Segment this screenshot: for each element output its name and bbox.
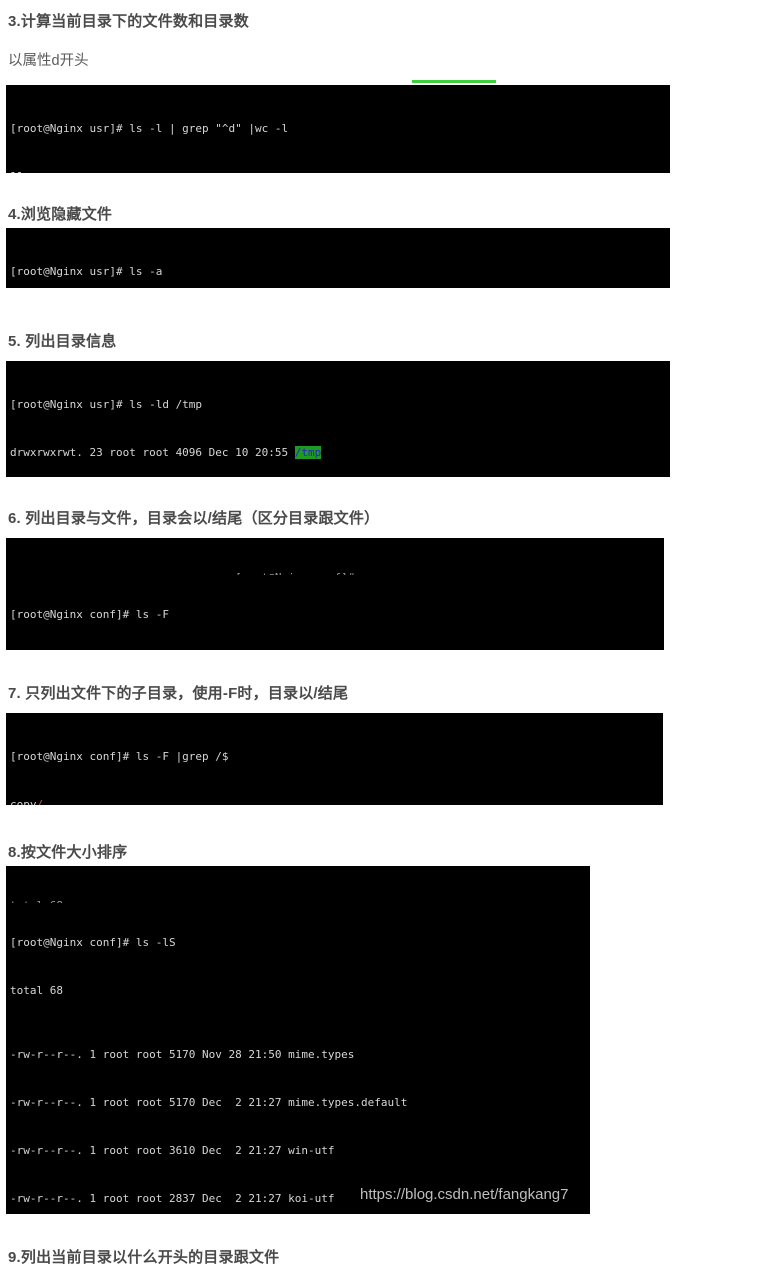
terminal-block-4: [root@Nginx usr]# ls -a . .. bin etc gam… (6, 228, 670, 288)
page-root: 3.计算当前目录下的文件数和目录数 以属性d开头 [root@Nginx usr… (0, 0, 772, 1278)
section-heading-9: 9.列出当前目录以什么开头的目录跟文件 (8, 1249, 280, 1266)
ls-ld-tmp-output: drwxrwxrwt. 23 root root 4096 Dec 10 20:… (10, 445, 670, 461)
ls-lS-row: -rw-r--r--. 1 root root 5170 Dec 2 21:27… (10, 1096, 408, 1109)
terminal-prompt-line: [root@Nginx usr]# ls -a (10, 265, 163, 278)
blog-watermark: https://blog.csdn.net/fangkang7 (360, 1186, 569, 1203)
section-heading-7: 7. 只列出文件下的子目录，使用-F时，目录以/结尾 (8, 685, 349, 702)
terminal-block-3: [root@Nginx usr]# ls -l | grep "^d" |wc … (6, 85, 670, 173)
ls-lS-row: -rw-r--r--. 1 root root 3610 Dec 2 21:27… (10, 1144, 335, 1157)
dir-name: copy (10, 798, 37, 805)
section-heading-6: 6. 列出目录与文件，目录会以/结尾（区分目录跟文件） (8, 510, 380, 527)
terminal-cmd-line: [root@Nginx conf]# ls -lS (10, 936, 176, 949)
terminal-block-5: [root@Nginx usr]# ls -ld /tmp drwxrwxrwt… (6, 361, 670, 477)
section-heading-5: 5. 列出目录信息 (8, 333, 117, 350)
clipped-green-highlight (412, 80, 496, 83)
terminal-cmd-line: [root@Nginx conf]# ls -F |grep /$ (10, 750, 229, 763)
grep-result-row: copy/ (10, 797, 663, 805)
ls-lS-row: -rw-r--r--. 1 root root 5170 Nov 28 21:5… (10, 1048, 355, 1061)
grep-match-slash: / (36, 798, 44, 805)
section-heading-8: 8.按文件大小排序 (8, 844, 128, 861)
clipped-previous-line: [root@Nginx conf]# (10, 570, 664, 575)
ls-ld-tmp-meta: drwxrwxrwt. 23 root root 4096 Dec 10 20:… (10, 446, 295, 459)
section-subheading-3: 以属性d开头 (8, 53, 89, 69)
sticky-dir-tmp: /tmp (294, 446, 322, 459)
clipped-previous-line: total 68 (10, 898, 590, 903)
terminal-block-8: total 68 [root@Nginx conf]# ls -lS total… (6, 866, 590, 1214)
terminal-block-7: [root@Nginx conf]# ls -F |grep /$ copy/ … (6, 713, 663, 805)
terminal-cmd-line: [root@Nginx usr]# ls -ld /tmp (10, 398, 203, 411)
terminal-line: [root@Nginx usr]# ls -l | grep "^d" |wc … (10, 122, 289, 135)
terminal-line: 11 (10, 169, 670, 173)
terminal-block-6: [root@Nginx conf]# [root@Nginx conf]# ls… (6, 538, 664, 650)
section-heading-3: 3.计算当前目录下的文件数和目录数 (8, 13, 249, 30)
terminal-cmd-line: [root@Nginx conf]# ls -F (10, 608, 169, 621)
section-heading-4: 4.浏览隐藏文件 (8, 206, 113, 223)
ls-total-line: total 68 (10, 984, 63, 997)
